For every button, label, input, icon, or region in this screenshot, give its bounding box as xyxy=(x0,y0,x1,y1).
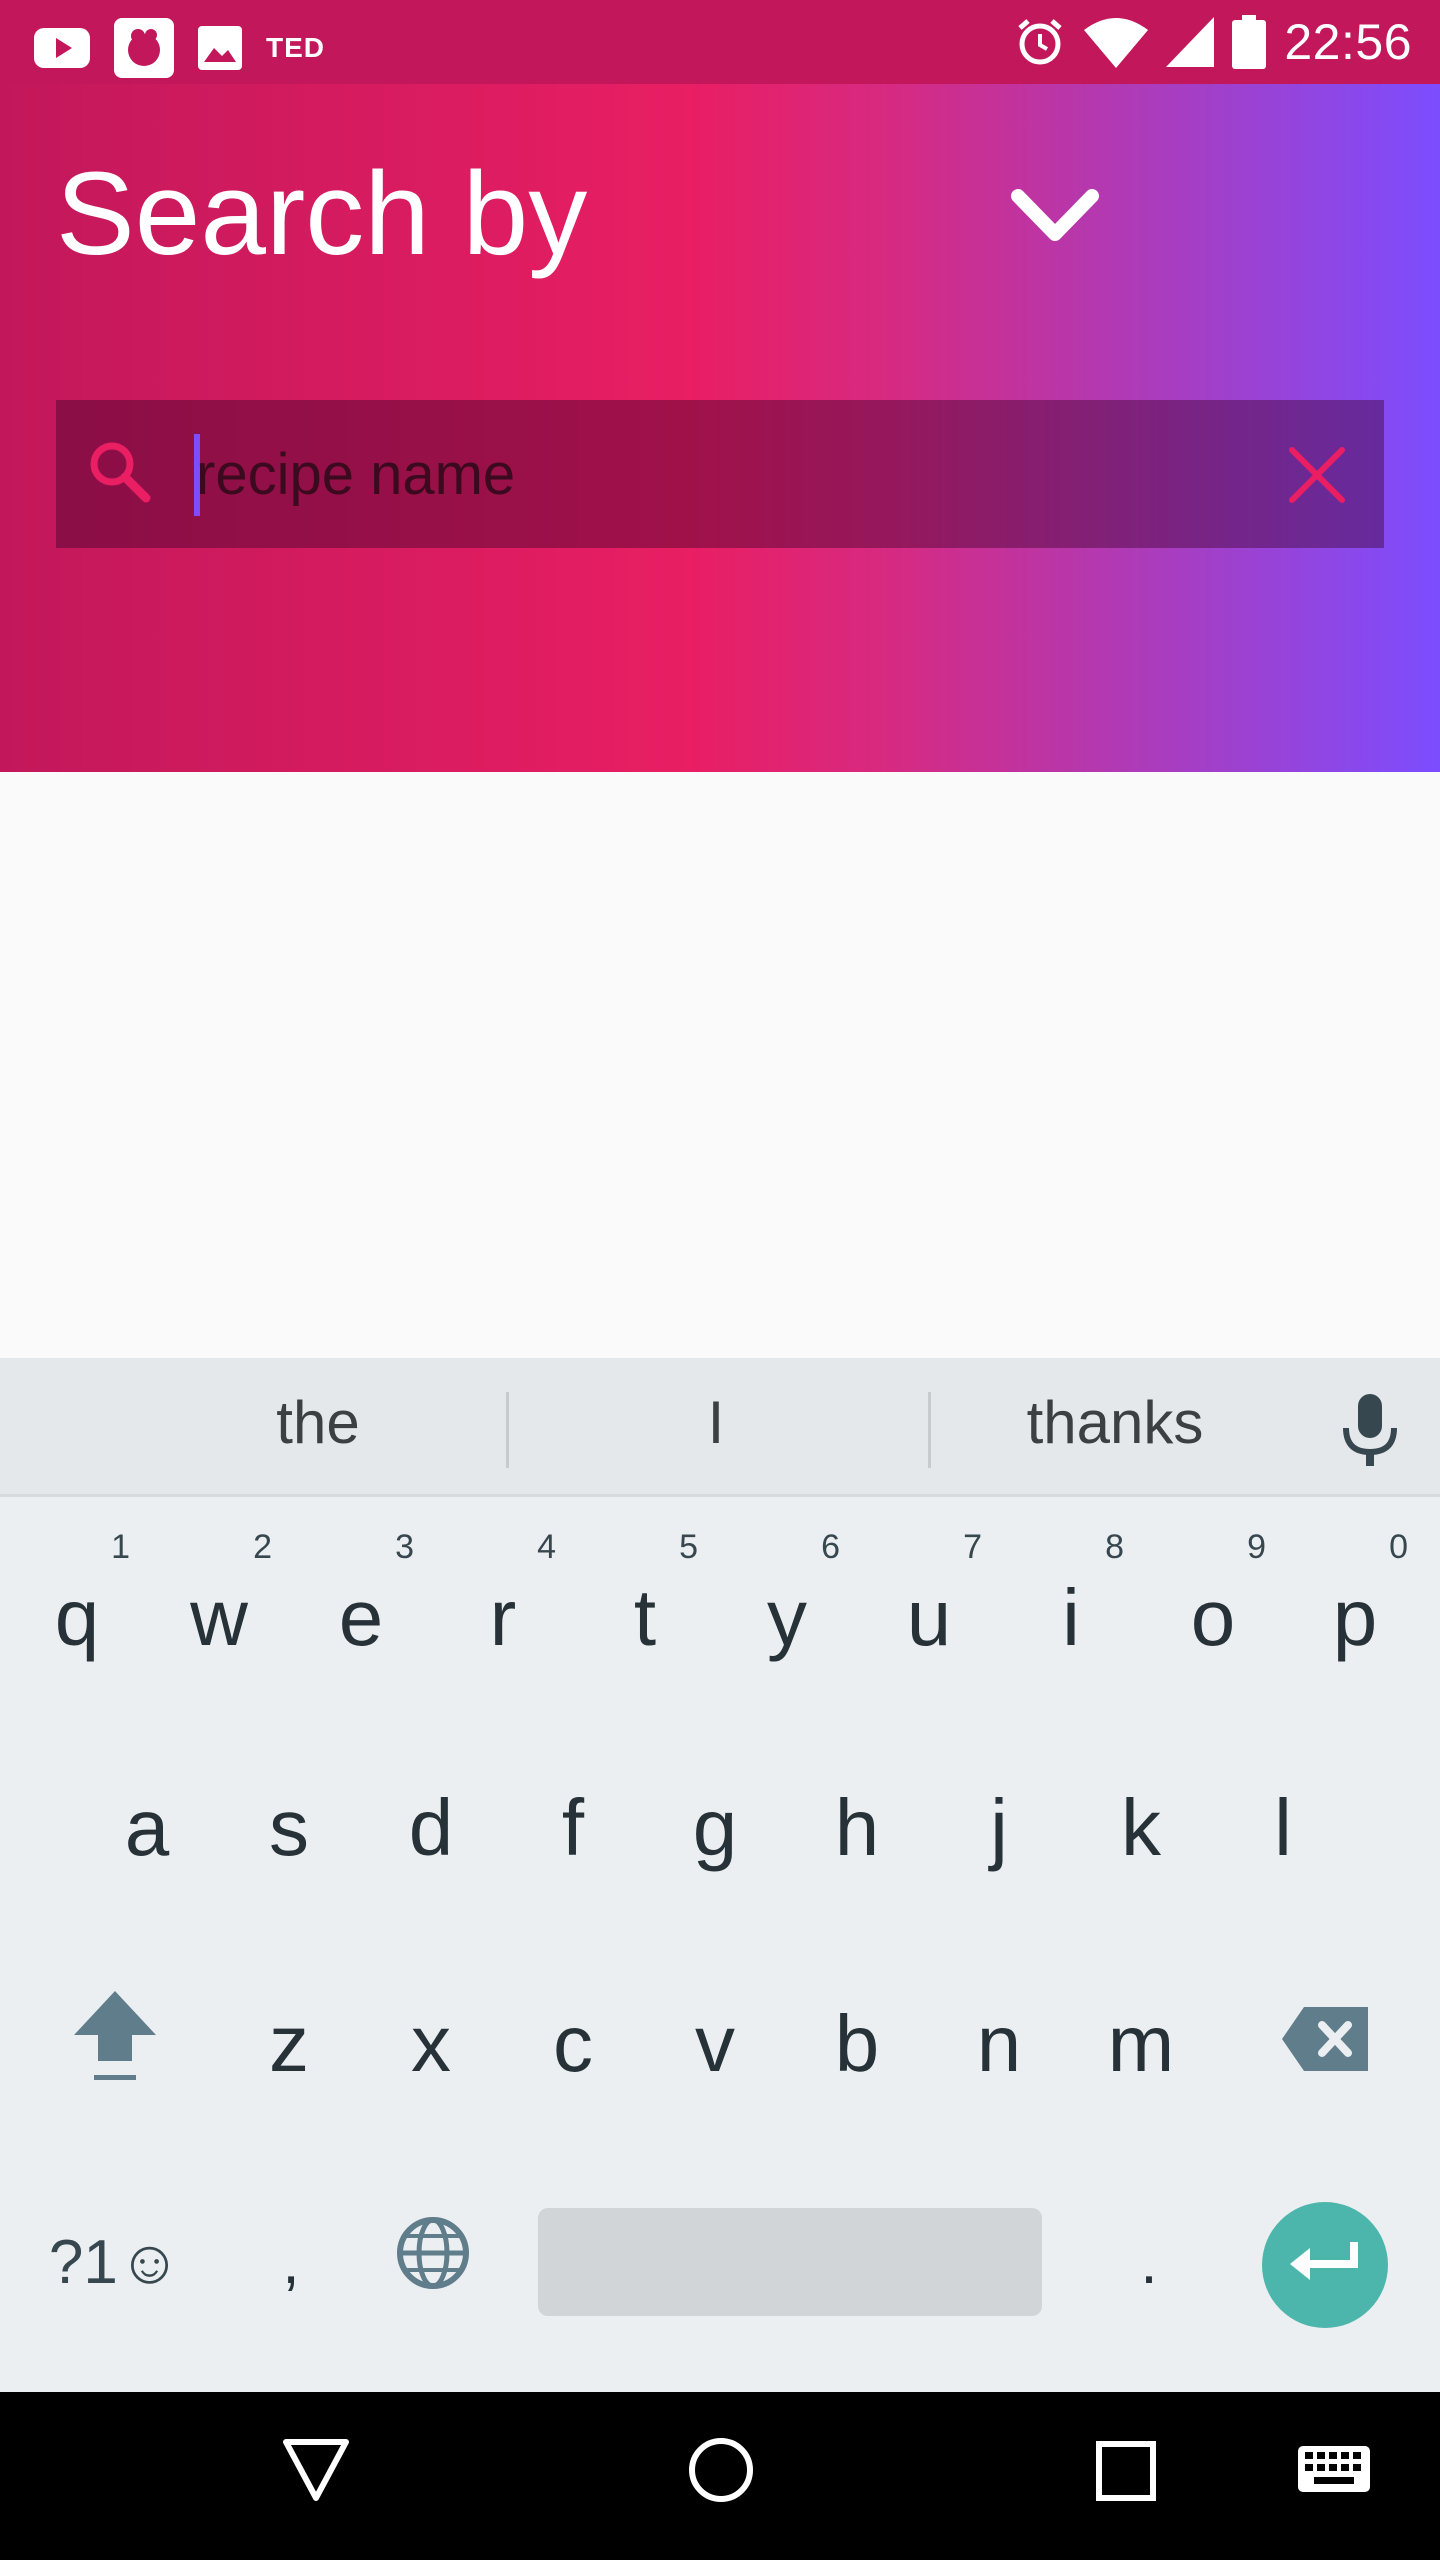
key-p[interactable]: p0 xyxy=(1284,1528,1426,1708)
key-label: t xyxy=(633,1573,657,1662)
shift-icon xyxy=(70,1985,160,2104)
shift-key[interactable] xyxy=(44,1954,186,2134)
key-g[interactable]: g xyxy=(644,1738,786,1918)
key-f[interactable]: f xyxy=(502,1738,644,1918)
key-label: e xyxy=(338,1573,384,1662)
key-e[interactable]: e3 xyxy=(290,1528,432,1708)
ted-icon: TED xyxy=(266,32,325,63)
key-hint: 0 xyxy=(1389,1528,1408,1566)
key-k[interactable]: k xyxy=(1070,1738,1212,1918)
key-o[interactable]: o9 xyxy=(1142,1528,1284,1708)
space-bar[interactable] xyxy=(538,2208,1042,2316)
key-v[interactable]: v xyxy=(644,1954,786,2134)
search-header: Search by recipe name xyxy=(0,84,1440,772)
close-icon[interactable] xyxy=(1286,444,1348,511)
suggestion-divider xyxy=(506,1392,509,1468)
key-m[interactable]: m xyxy=(1070,1954,1212,2134)
key-label: y xyxy=(767,1573,807,1662)
key-hint: 7 xyxy=(963,1528,982,1566)
key-label: o xyxy=(1190,1573,1236,1662)
key-hint: 4 xyxy=(537,1528,556,1566)
key-x[interactable]: x xyxy=(360,1954,502,2134)
chevron-down-icon[interactable] xyxy=(1000,174,1110,264)
page-title: Search by xyxy=(56,148,588,280)
language-key[interactable] xyxy=(362,2172,504,2352)
key-label: r xyxy=(489,1573,517,1662)
battery-icon xyxy=(1232,15,1267,69)
key-u[interactable]: u7 xyxy=(858,1528,1000,1708)
recents-icon[interactable] xyxy=(1094,2432,1158,2513)
suggestion-thanks[interactable]: thanks xyxy=(990,1388,1240,1457)
key-t[interactable]: t5 xyxy=(574,1528,716,1708)
key-label: i xyxy=(1062,1573,1080,1662)
key-d[interactable]: d xyxy=(360,1738,502,1918)
key-hint: 6 xyxy=(821,1528,840,1566)
home-icon[interactable] xyxy=(684,2432,758,2513)
key-y[interactable]: y6 xyxy=(716,1528,858,1708)
key-c[interactable]: c xyxy=(502,1954,644,2134)
backspace-icon xyxy=(1282,1998,1368,2090)
keyboard-switch-icon[interactable] xyxy=(1296,2432,1372,2513)
clock: 22:56 xyxy=(1284,14,1412,70)
suggestion-the[interactable]: the xyxy=(220,1388,416,1457)
suggestion-bar: the I thanks xyxy=(0,1358,1440,1497)
navigation-bar xyxy=(0,2392,1440,2560)
key-label: u xyxy=(906,1573,952,1662)
microphone-icon[interactable] xyxy=(1340,1394,1400,1473)
enter-key[interactable] xyxy=(1262,2202,1388,2328)
key-b[interactable]: b xyxy=(786,1954,928,2134)
soft-keyboard: the I thanks q1 w2 e3 r4 t5 y6 u7 i8 o9 … xyxy=(0,1358,1440,2392)
suggestion-i[interactable]: I xyxy=(620,1388,812,1457)
key-r[interactable]: r4 xyxy=(432,1528,574,1708)
key-hint: 2 xyxy=(253,1528,272,1566)
key-hint: 3 xyxy=(395,1528,414,1566)
enter-icon xyxy=(1290,2240,1360,2291)
wifi-icon xyxy=(1084,16,1149,68)
key-i[interactable]: i8 xyxy=(1000,1528,1142,1708)
signal-icon xyxy=(1166,17,1215,67)
key-s[interactable]: s xyxy=(218,1738,360,1918)
key-h[interactable]: h xyxy=(786,1738,928,1918)
app-icon xyxy=(114,18,174,78)
key-q[interactable]: q1 xyxy=(6,1528,148,1708)
alarm-icon xyxy=(1014,16,1066,68)
key-z[interactable]: z xyxy=(218,1954,360,2134)
key-label: p xyxy=(1332,1573,1378,1662)
search-placeholder: recipe name xyxy=(196,442,516,507)
key-comma[interactable]: , xyxy=(220,2172,362,2352)
key-label: w xyxy=(190,1573,248,1662)
image-icon xyxy=(198,26,242,70)
key-hint: 5 xyxy=(679,1528,698,1566)
back-icon[interactable] xyxy=(280,2432,352,2513)
symbols-key[interactable]: ?1☺ xyxy=(40,2172,190,2352)
key-l[interactable]: l xyxy=(1212,1738,1354,1918)
key-hint: 8 xyxy=(1105,1528,1124,1566)
key-n[interactable]: n xyxy=(928,1954,1070,2134)
key-period[interactable]: . xyxy=(1078,2172,1220,2352)
key-hint: 1 xyxy=(111,1528,130,1566)
key-hint: 9 xyxy=(1247,1528,1266,1566)
key-a[interactable]: a xyxy=(76,1738,218,1918)
search-input[interactable]: recipe name xyxy=(56,400,1384,548)
search-icon xyxy=(84,436,156,513)
youtube-icon xyxy=(34,28,90,68)
status-bar: TED 22:56 xyxy=(0,0,1440,84)
globe-icon xyxy=(396,2216,470,2309)
key-w[interactable]: w2 xyxy=(148,1528,290,1708)
suggestion-divider xyxy=(928,1392,931,1468)
key-j[interactable]: j xyxy=(928,1738,1070,1918)
key-label: q xyxy=(54,1573,100,1662)
backspace-key[interactable] xyxy=(1254,1954,1396,2134)
